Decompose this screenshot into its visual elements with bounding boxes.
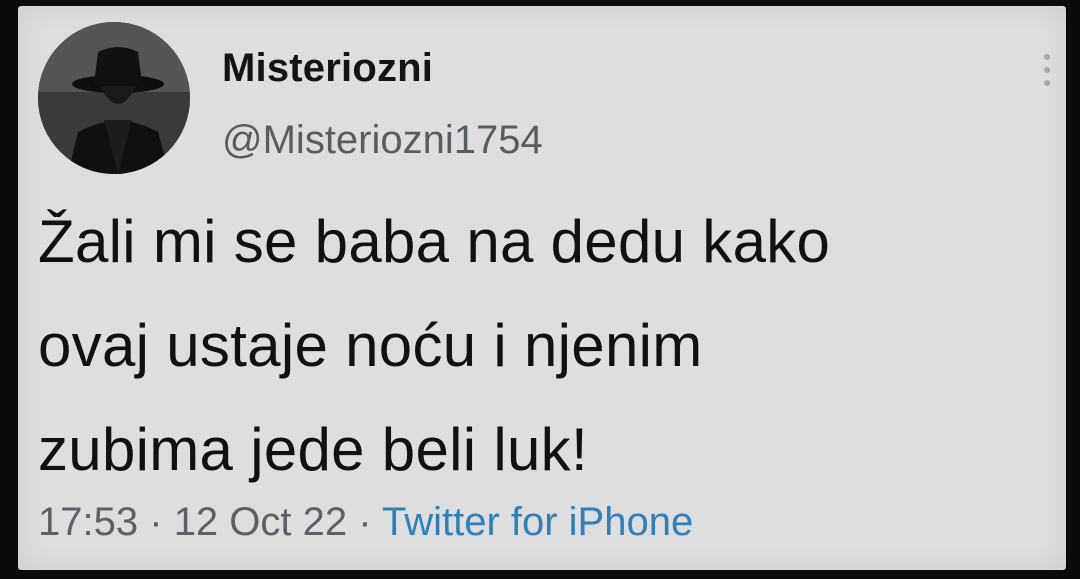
meta-separator: · bbox=[149, 500, 163, 544]
more-options-icon[interactable] bbox=[1044, 54, 1052, 86]
tweet-card[interactable]: Misteriozni @Misteriozni1754 Žali mi se … bbox=[18, 6, 1066, 570]
tweet-text-line: zubima jede beli luk! bbox=[38, 416, 588, 483]
tweet-text: Žali mi se baba na dedu kako ovaj ustaje… bbox=[38, 190, 1048, 502]
tweet-time[interactable]: 17:53 bbox=[38, 500, 138, 544]
tweet-text-line: ovaj ustaje noću i njenim bbox=[38, 312, 703, 379]
avatar[interactable] bbox=[38, 22, 190, 174]
tweet-text-line: Žali mi se baba na dedu kako bbox=[38, 208, 831, 275]
tweet-date[interactable]: 12 Oct 22 bbox=[174, 500, 347, 544]
user-handle[interactable]: @Misteriozni1754 bbox=[222, 118, 543, 163]
tweet-source-link[interactable]: Twitter for iPhone bbox=[382, 500, 693, 544]
tweet-meta: 17:53 · 12 Oct 22 · Twitter for iPhone bbox=[38, 500, 693, 545]
silhouette-hat-avatar-icon bbox=[38, 22, 190, 174]
image-frame: Misteriozni @Misteriozni1754 Žali mi se … bbox=[0, 0, 1080, 579]
meta-separator: · bbox=[358, 500, 372, 544]
display-name[interactable]: Misteriozni bbox=[222, 46, 433, 91]
